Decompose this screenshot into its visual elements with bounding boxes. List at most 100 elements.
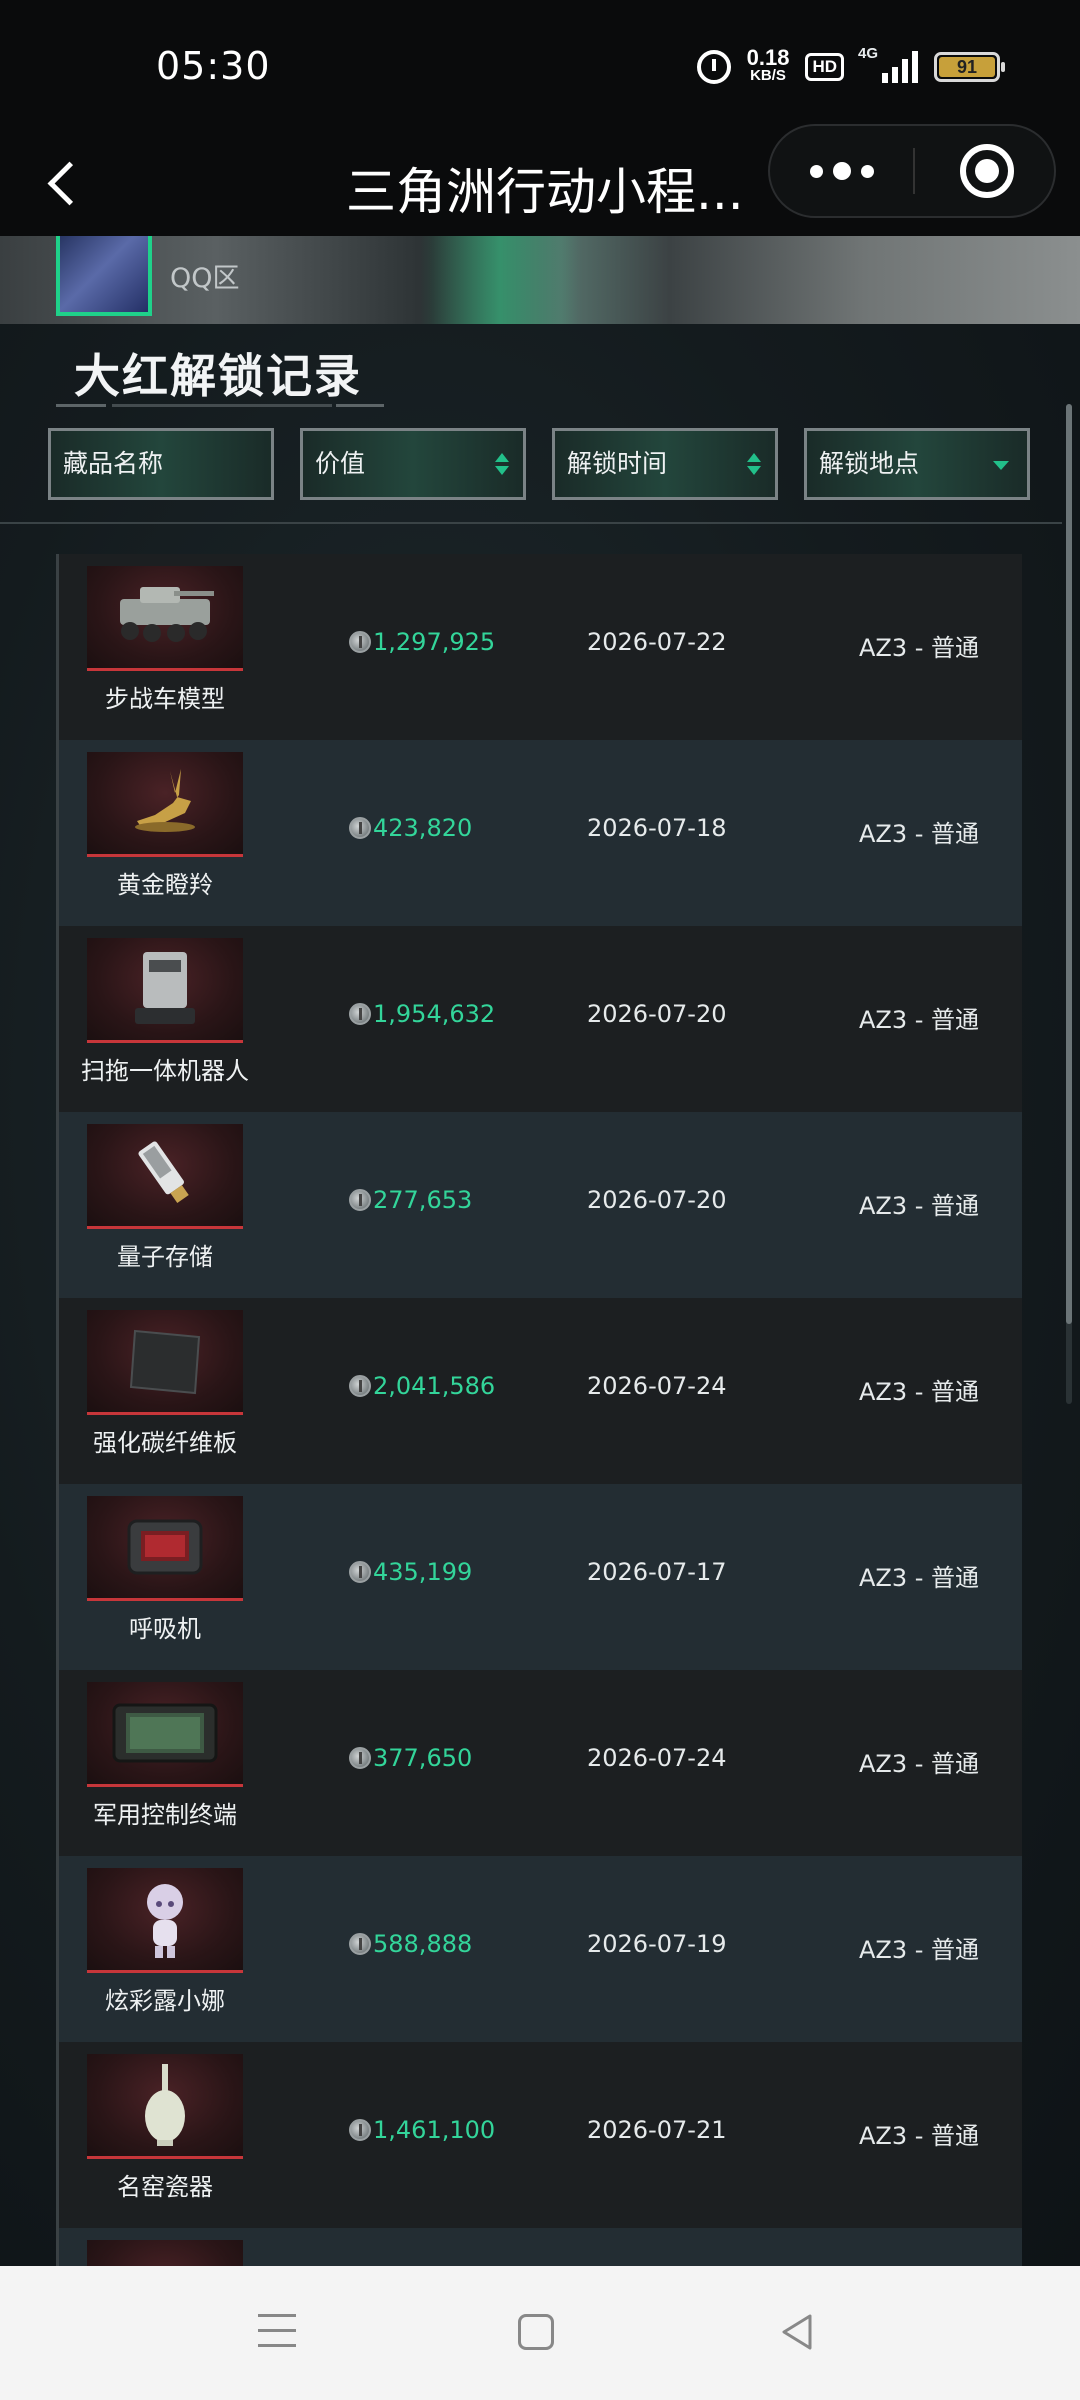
coin-icon [349,1375,371,1397]
main-content: 大红解锁记录 藏品名称 价值 解锁时间 解锁地点 步战车模型 1,297,925 [0,324,1080,2266]
item-name: 步战车模型 [105,685,225,713]
back-triangle-icon[interactable] [778,2312,818,2352]
item-value: 435,199 [349,1558,472,1586]
item-name: 军用控制终端 [93,1801,237,1829]
list-item-partial[interactable] [59,2228,1022,2266]
item-value: 1,297,925 [349,628,495,656]
capsule-divider [913,148,915,194]
unlock-date: 2026-07-19 [587,1930,727,1958]
unlock-location: AZ3 - 普通 [859,1750,980,1778]
coin-icon [349,1747,371,1769]
filter-item-name[interactable]: 藏品名称 [48,428,274,500]
coin-icon [349,2119,371,2141]
back-button[interactable] [40,152,100,212]
ventilator-icon [87,1496,243,1601]
porcelain-vase-icon [87,2054,243,2159]
item-value: 277,653 [349,1186,472,1214]
unlock-date: 2026-07-24 [587,1744,727,1772]
list-item[interactable]: 步战车模型 1,297,925 2026-07-22 AZ3 - 普通 [59,554,1022,740]
item-value-text: 588,888 [373,1930,473,1958]
menu-icon[interactable] [258,2314,298,2350]
chevron-down-icon [993,461,1009,470]
hd-icon: HD [805,53,844,81]
unlock-date: 2026-07-24 [587,1372,727,1400]
item-name: 强化碳纤维板 [93,1429,237,1457]
sort-icon [747,453,761,477]
zone-label: QQ区 [170,263,240,294]
unlock-location: AZ3 - 普通 [859,1936,980,1964]
item-value: 423,820 [349,814,472,842]
network-speed: 0.18 KB/S [747,47,790,85]
carbon-fiber-plate-icon [87,1310,243,1415]
item-name: 名窑瓷器 [117,2173,213,2201]
item-name: 呼吸机 [129,1615,201,1643]
mop-robot-icon [87,938,243,1043]
item-value: 588,888 [349,1930,472,1958]
figurine-icon [87,1868,243,1973]
page-title: 三角洲行动小程... [346,163,744,221]
item-value-text: 1,297,925 [373,628,496,656]
list-item[interactable]: 军用控制终端 377,650 2026-07-24 AZ3 - 普通 [59,1670,1022,1856]
item-value-text: 435,199 [373,1558,473,1586]
unlock-location: AZ3 - 普通 [859,2122,980,2150]
unlock-location: AZ3 - 普通 [859,1564,980,1592]
coin-icon [349,817,371,839]
coin-icon [349,1189,371,1211]
item-name: 量子存储 [117,1243,213,1271]
signal-icon: 4G [858,45,918,83]
scrollbar-thumb[interactable] [1066,404,1072,1324]
armored-vehicle-icon [87,566,243,671]
item-value: 1,954,632 [349,1000,495,1028]
item-value-text: 1,954,632 [373,1000,496,1028]
list-item[interactable]: 黄金瞪羚 423,820 2026-07-18 AZ3 - 普通 [59,740,1022,926]
item-value-text: 277,653 [373,1186,473,1214]
item-thumbnail [87,2240,243,2266]
list-item[interactable]: 炫彩露小娜 588,888 2026-07-19 AZ3 - 普通 [59,1856,1022,2042]
sort-unlock-time-label: 解锁时间 [567,449,668,478]
section-title: 大红解锁记录 [74,349,362,403]
filter-item-name-label: 藏品名称 [63,449,164,478]
close-mini-program-button[interactable] [960,144,1014,198]
title-underline [56,402,384,408]
unlock-date: 2026-07-17 [587,1558,727,1586]
item-value-text: 423,820 [373,814,473,842]
unlock-location: AZ3 - 普通 [859,1378,980,1406]
unlock-date: 2026-07-18 [587,814,727,842]
sort-value[interactable]: 价值 [300,428,526,500]
military-terminal-icon [87,1682,243,1787]
item-name: 炫彩露小娜 [105,1987,225,2015]
unlock-location: AZ3 - 普通 [859,634,980,662]
dropdown-unlock-location-label: 解锁地点 [819,449,920,478]
avatar [56,236,152,316]
coin-icon [349,1933,371,1955]
list-item[interactable]: 名窑瓷器 1,461,100 2026-07-21 AZ3 - 普通 [59,2042,1022,2228]
filter-bar: 藏品名称 价值 解锁时间 解锁地点 [48,428,1032,500]
divider [0,522,1062,524]
sort-value-label: 价值 [315,449,366,478]
sort-unlock-time[interactable]: 解锁时间 [552,428,778,500]
list-item[interactable]: 量子存储 277,653 2026-07-20 AZ3 - 普通 [59,1112,1022,1298]
list-item[interactable]: 扫拖一体机器人 1,954,632 2026-07-20 AZ3 - 普通 [59,926,1022,1112]
unlock-records-list: 步战车模型 1,297,925 2026-07-22 AZ3 - 普通 黄金瞪羚… [56,554,1022,2266]
battery-icon: 91 [934,52,1005,82]
system-navigation-bar [0,2266,1080,2400]
status-bar: 05:30 0.18 KB/S HD 4G 91 [0,0,1080,130]
dropdown-unlock-location[interactable]: 解锁地点 [804,428,1030,500]
status-icons: 0.18 KB/S HD 4G 91 [696,44,1005,90]
item-value: 2,041,586 [349,1372,495,1400]
network-speed-unit: KB/S [750,67,786,84]
profile-banner: QQ区 [0,236,1080,324]
list-item[interactable]: 呼吸机 435,199 2026-07-17 AZ3 - 普通 [59,1484,1022,1670]
home-icon[interactable] [518,2314,554,2350]
unlock-location: AZ3 - 普通 [859,1192,980,1220]
unlock-date: 2026-07-20 [587,1186,727,1214]
item-name: 黄金瞪羚 [117,871,213,899]
capsule-menu [768,124,1056,218]
coin-icon [349,631,371,653]
unlock-date: 2026-07-21 [587,2116,727,2144]
more-button[interactable] [770,126,914,216]
item-name: 扫拖一体机器人 [81,1057,249,1085]
list-item[interactable]: 强化碳纤维板 2,041,586 2026-07-24 AZ3 - 普通 [59,1298,1022,1484]
status-time: 05:30 [156,44,271,88]
golden-gazelle-icon [87,752,243,857]
